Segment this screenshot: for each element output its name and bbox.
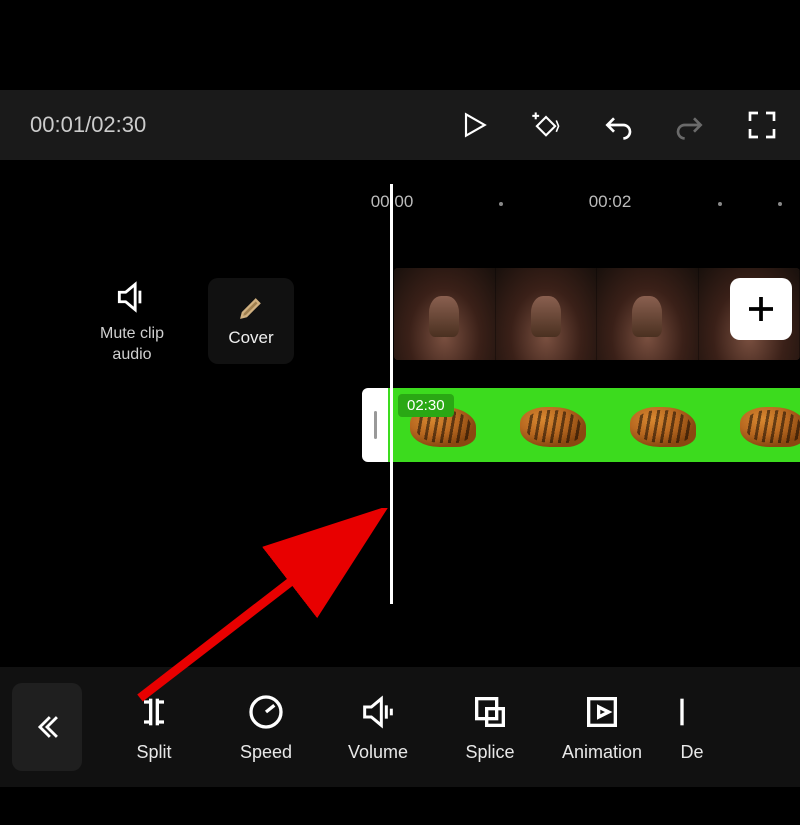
delete-icon [672,692,712,732]
add-clip-button[interactable] [730,278,792,340]
ruler-tick-label: 00:02 [589,192,632,212]
pencil-icon [237,294,265,322]
mute-clip-audio-button[interactable]: Mute clip audio [90,278,174,366]
bottom-toolbar: Split Speed Volume Splice Animation De [0,667,800,787]
ruler-tick-dot [778,202,782,206]
add-keyframe-button[interactable] [528,107,564,143]
overlay-track[interactable]: 02:30 [362,388,800,462]
speaker-icon [113,278,151,316]
undo-button[interactable] [600,107,636,143]
speed-icon [246,692,286,732]
volume-icon [358,692,398,732]
playhead[interactable] [390,184,393,604]
back-button[interactable] [12,683,82,771]
tool-splice[interactable]: Splice [434,692,546,763]
redo-button[interactable] [672,107,708,143]
cover-button[interactable]: Cover [208,278,294,364]
clip-duration-badge: 02:30 [398,394,454,417]
time-display: 00:01/02:30 [30,112,456,138]
play-button[interactable] [456,107,492,143]
playback-controls-bar: 00:01/02:30 [0,90,800,160]
splice-icon [470,692,510,732]
tool-animation[interactable]: Animation [546,692,658,763]
timeline-ruler[interactable]: 00:00 00:02 [0,184,800,228]
tool-speed[interactable]: Speed [210,692,322,763]
split-icon [134,692,174,732]
tool-delete[interactable]: De [658,692,726,763]
tool-volume[interactable]: Volume [322,692,434,763]
fullscreen-button[interactable] [744,107,780,143]
ruler-tick-dot [718,202,722,206]
tool-split[interactable]: Split [98,692,210,763]
ruler-tick-dot [499,202,503,206]
clip-left-handle[interactable] [362,388,388,462]
animation-icon [582,692,622,732]
